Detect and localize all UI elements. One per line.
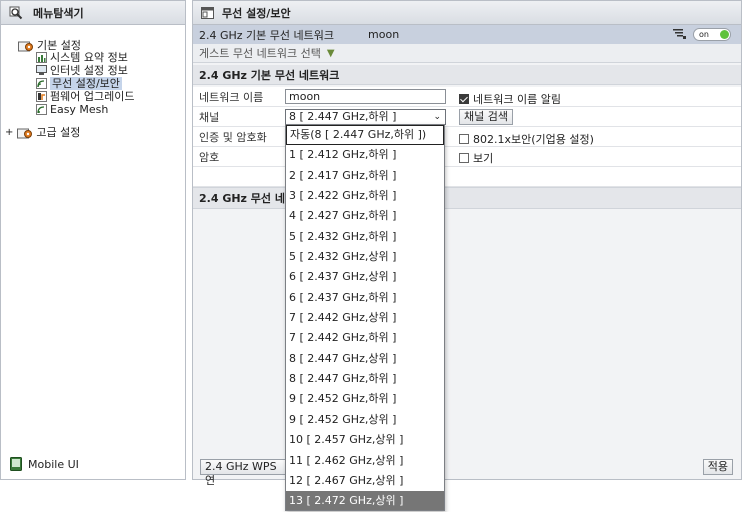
wireless-settings-panel: 무선 설정/보안 2.4 GHz 기본 무선 네트워크 moon on 게스트 … — [192, 0, 742, 487]
tree-item-wireless-settings[interactable]: 무선 설정/보안 — [36, 77, 122, 90]
menu-explorer-header: 메뉴탐색기 — [1, 1, 185, 25]
password-label: 암호 — [199, 150, 220, 164]
channel-option[interactable]: 7 [ 2.442 GHz,상위 ] — [286, 308, 444, 328]
auth-row: 인증 및 암호화 802.1x보안(기업용 설정) — [193, 127, 741, 147]
network-name-input[interactable]: moon — [285, 89, 446, 104]
tree-label: 시스템 요약 정보 — [50, 51, 128, 64]
menu-explorer-panel: 메뉴탐색기 기본 설정 시스템 요약 정보 인터넷 설정 정보 무선 설정/보안… — [0, 0, 186, 480]
checkbox-unchecked[interactable] — [459, 153, 469, 163]
network-name-row: 네트워크 이름 moon 네트워크 이름 알림 — [193, 87, 741, 107]
mobile-ui-label: Mobile UI — [28, 457, 79, 471]
wireless-on-toggle[interactable]: on — [693, 28, 731, 41]
network-name-label: 네트워크 이름 — [199, 90, 264, 104]
auth-label: 인증 및 암호화 — [199, 130, 267, 144]
enterprise-checkbox[interactable]: 802.1x보안(기업용 설정) — [459, 131, 594, 147]
channel-option[interactable]: 2 [ 2.417 GHz,하위 ] — [286, 166, 444, 186]
tree-item-firmware-upgrade[interactable]: 펌웨어 업그레이드 — [36, 90, 134, 103]
channel-option[interactable]: 6 [ 2.437 GHz,상위 ] — [286, 267, 444, 287]
mesh-icon — [36, 104, 47, 115]
channel-option[interactable]: 9 [ 2.452 GHz,상위 ] — [286, 410, 444, 430]
show-label: 보기 — [473, 152, 494, 165]
channel-option[interactable]: 9 [ 2.452 GHz,하위 ] — [286, 389, 444, 409]
spacer-row — [193, 167, 741, 187]
apply-button[interactable]: 적용 — [702, 459, 733, 475]
guest-network-label: 게스트 무선 네트워크 선택 — [199, 47, 321, 60]
channel-select[interactable]: 8 [ 2.447 GHz,하위 ] ⌄ — [285, 109, 446, 125]
tree-label: Easy Mesh — [50, 103, 109, 116]
window-icon — [201, 6, 214, 19]
broadcast-label: 네트워크 이름 알림 — [473, 93, 561, 106]
band-selector-24ghz[interactable]: 2.4 GHz 기본 무선 네트워크 moon — [193, 25, 741, 44]
channel-option[interactable]: 7 [ 2.442 GHz,하위 ] — [286, 328, 444, 348]
wifi-signal-icon — [673, 29, 686, 39]
channel-dropdown-list[interactable]: 자동(8 [ 2.447 GHz,하위 ]) 1 [ 2.412 GHz,하위 … — [285, 124, 445, 511]
monitor-icon — [36, 65, 47, 75]
channel-option[interactable]: 4 [ 2.427 GHz,하위 ] — [286, 206, 444, 226]
channel-option[interactable]: 3 [ 2.422 GHz,하위 ] — [286, 186, 444, 206]
tree-item-advanced-settings[interactable]: + 고급 설정 — [5, 126, 80, 139]
enterprise-label: 802.1x보안(기업용 설정) — [473, 133, 594, 146]
tree-label: 인터넷 설정 정보 — [50, 64, 128, 77]
section-title: 2.4 GHz 기본 무선 네트워크 — [193, 65, 741, 85]
channel-option[interactable]: 1 [ 2.412 GHz,하위 ] — [286, 145, 444, 165]
channel-label: 채널 — [199, 110, 220, 124]
channel-option[interactable]: 11 [ 2.462 GHz,상위 ] — [286, 451, 444, 471]
tree-label: 무선 설정/보안 — [50, 77, 122, 90]
channel-option[interactable]: 8 [ 2.447 GHz,상위 ] — [286, 349, 444, 369]
folder-gear-icon — [18, 41, 33, 51]
tree-label: 고급 설정 — [36, 126, 81, 139]
channel-option[interactable]: 6 [ 2.437 GHz,하위 ] — [286, 288, 444, 308]
channel-option[interactable]: 10 [ 2.457 GHz,상위 ] — [286, 430, 444, 450]
folder-gear-icon — [17, 128, 33, 138]
channel-selected-value: 8 [ 2.447 GHz,하위 ] — [289, 110, 397, 123]
tree-label: 펌웨어 업그레이드 — [50, 90, 135, 103]
wireless-settings-header: 무선 설정/보안 — [193, 1, 741, 25]
tree-item-internet-settings[interactable]: 인터넷 설정 정보 — [36, 64, 128, 77]
chevron-down-icon: ⌄ — [433, 112, 441, 122]
mobile-ui-link[interactable]: Mobile UI — [10, 457, 79, 471]
magnifier-icon — [9, 6, 23, 19]
password-row: 암호 보기 — [193, 147, 741, 167]
channel-option[interactable]: 12 [ 2.467 GHz,상위 ] — [286, 471, 444, 491]
tree-item-easy-mesh[interactable]: Easy Mesh — [36, 103, 108, 116]
band-label: 2.4 GHz 기본 무선 네트워크 — [199, 28, 335, 42]
section2-title: 2.4 GHz 무선 네트 — [193, 187, 741, 209]
broadcast-ssid-checkbox[interactable]: 네트워크 이름 알림 — [459, 91, 561, 107]
expand-plus-icon[interactable]: + — [5, 127, 13, 138]
channel-option-highlighted[interactable]: 13 [ 2.472 GHz,상위 ] — [286, 491, 444, 510]
expand-triangle-icon: ▼ — [326, 47, 335, 59]
channel-option[interactable]: 8 [ 2.447 GHz,하위 ] — [286, 369, 444, 389]
show-password-checkbox[interactable]: 보기 — [459, 150, 493, 166]
channel-option[interactable]: 5 [ 2.432 GHz,하위 ] — [286, 227, 444, 247]
wps-button[interactable]: 2.4 GHz WPS연 — [200, 459, 288, 487]
upgrade-icon — [36, 91, 47, 102]
page-title: 무선 설정/보안 — [222, 6, 291, 20]
menu-explorer-title: 메뉴탐색기 — [33, 6, 84, 20]
band-ssid: moon — [368, 28, 400, 41]
mobile-icon — [10, 457, 22, 471]
toggle-label: on — [699, 30, 709, 39]
guest-network-selector[interactable]: 게스트 무선 네트워크 선택 ▼ — [193, 44, 741, 63]
tree-item-system-summary[interactable]: 시스템 요약 정보 — [36, 51, 128, 64]
chart-icon — [36, 52, 47, 63]
channel-option[interactable]: 자동(8 [ 2.447 GHz,하위 ]) — [286, 125, 444, 146]
channel-scan-button[interactable]: 채널 검색 — [459, 109, 513, 125]
channel-row: 채널 8 [ 2.447 GHz,하위 ] ⌄ 채널 검색 — [193, 107, 741, 127]
toggle-knob — [720, 30, 729, 39]
wireless-icon — [36, 78, 47, 89]
checkbox-checked[interactable] — [459, 94, 469, 104]
channel-option[interactable]: 5 [ 2.432 GHz,상위 ] — [286, 247, 444, 267]
checkbox-unchecked[interactable] — [459, 134, 469, 144]
